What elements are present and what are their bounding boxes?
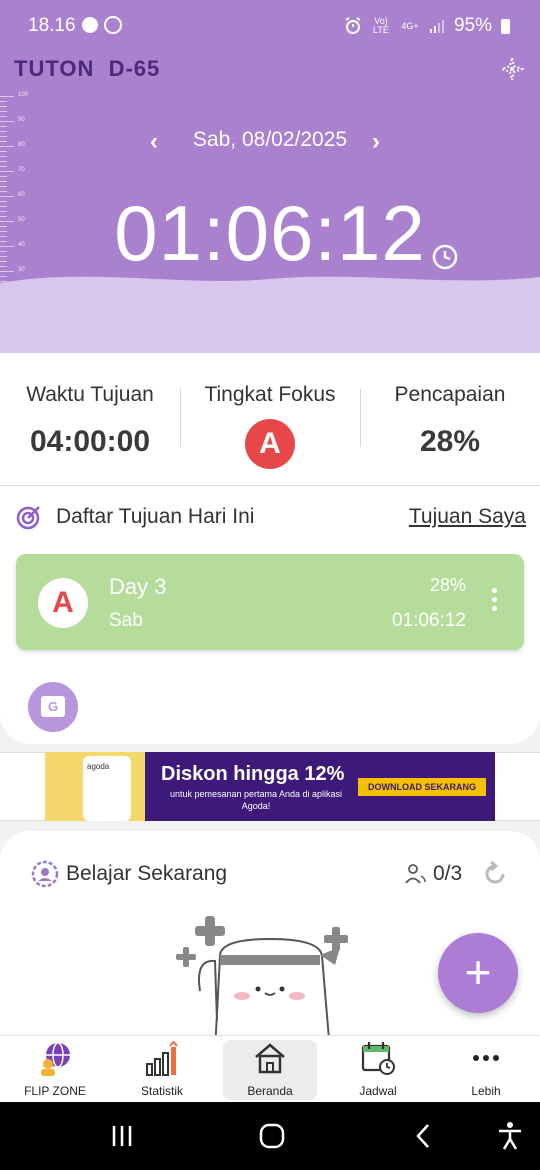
- stats-row: Waktu Tujuan 04:00:00 Tingkat Fokus A Pe…: [0, 353, 540, 486]
- status-time: 18.16: [28, 15, 76, 36]
- ad-phone-image: agoda: [45, 752, 145, 821]
- more-dots-icon: [473, 1055, 499, 1061]
- study-section: Belajar Sekarang 0/3: [0, 831, 540, 1041]
- study-group-icon: [31, 860, 59, 888]
- ruler-tick: [0, 166, 7, 167]
- target-time-value: 04:00:00: [29, 425, 151, 458]
- refresh-icon[interactable]: [481, 860, 509, 888]
- goals-header: Daftar Tujuan Hari Ini Tujuan Saya: [16, 502, 526, 532]
- ruler-tick: [0, 176, 7, 177]
- bottom-nav: FLIP ZONE Statistik Beranda Jadwal Lebih: [0, 1035, 540, 1102]
- more-vertical-icon[interactable]: [492, 588, 498, 615]
- goal-duration: 01:06:12: [392, 610, 466, 631]
- clock-history-icon[interactable]: [431, 243, 459, 271]
- globe-people-icon: [41, 1042, 70, 1076]
- signal-icon: [429, 20, 444, 33]
- goal-grade-badge: A: [38, 578, 88, 628]
- ruler-tick: [0, 111, 7, 112]
- ruler-tick: [0, 101, 7, 102]
- alarm-icon: [345, 17, 361, 34]
- dnd-icon: [82, 17, 98, 33]
- add-fab-button[interactable]: +: [438, 933, 518, 1013]
- nav-item-lebih[interactable]: Lebih: [439, 1036, 533, 1103]
- target-time-stat: Waktu Tujuan 04:00:00: [0, 383, 180, 459]
- status-bar: 18.16 Vo) LTE 4G+ 95%: [0, 0, 540, 52]
- focus-level-label: Tingkat Fokus: [204, 383, 336, 406]
- target-time-label: Waktu Tujuan: [26, 383, 154, 406]
- ruler-tick: [0, 171, 14, 172]
- ruler-label: 100: [18, 92, 29, 98]
- ad-banner[interactable]: agoda Diskon hingga 12% untuk pemesanan …: [45, 752, 495, 821]
- ruler-tick: [0, 116, 7, 117]
- nav-label: FLIP ZONE: [24, 1084, 86, 1098]
- ruler-tick: [0, 96, 14, 97]
- bar-chart-icon: [146, 1040, 178, 1076]
- prev-date-button[interactable]: ‹: [150, 128, 158, 156]
- recent-apps-icon[interactable]: [106, 1120, 138, 1152]
- calendar-clock-icon: [361, 1042, 395, 1075]
- goal-day: Sab: [109, 610, 143, 631]
- date-navigator: ‹ Sab, 08/02/2025 ›: [0, 128, 540, 155]
- ruler-tick: [0, 186, 7, 187]
- achievement-label: Pencapaian: [394, 383, 506, 406]
- battery-percent: 95%: [453, 15, 492, 36]
- nav-item-beranda[interactable]: Beranda: [223, 1036, 317, 1103]
- nav-item-statistik[interactable]: Statistik: [115, 1036, 209, 1103]
- ruler-tick: [0, 181, 7, 182]
- folder-icon: G: [41, 696, 65, 717]
- focus-grade-badge: A: [245, 419, 295, 469]
- sparkle-icon[interactable]: [498, 55, 526, 83]
- ruler-tick: [0, 126, 7, 127]
- current-date[interactable]: Sab, 08/02/2025: [193, 128, 347, 151]
- elapsed-timer: 01:06:12: [114, 189, 426, 277]
- ruler-tick: [0, 106, 7, 107]
- achievement-value: 28%: [419, 425, 481, 458]
- system-nav-bar: [0, 1102, 540, 1170]
- ad-brand: agoda: [87, 762, 110, 771]
- back-nav-icon[interactable]: [408, 1120, 440, 1152]
- study-count: 0/3: [433, 862, 463, 885]
- study-title: Belajar Sekarang: [66, 862, 228, 885]
- ruler-tick: [0, 161, 7, 162]
- ad-subtext: untuk pemesanan pertama Anda di aplikasi…: [169, 789, 343, 811]
- network-label: Vo) LTE: [373, 16, 389, 35]
- home-nav-icon[interactable]: [256, 1120, 288, 1152]
- header: 18.16 Vo) LTE 4G+ 95% TUTON D-65 100 90 80…: [0, 0, 540, 353]
- nav-label: Jadwal: [359, 1084, 397, 1098]
- whatsapp-icon: [104, 16, 122, 34]
- nav-label: Beranda: [247, 1084, 293, 1098]
- battery-icon: [501, 18, 510, 34]
- nav-label: Statistik: [140, 1084, 183, 1098]
- accessibility-icon[interactable]: [494, 1120, 526, 1152]
- goal-item[interactable]: A Day 3 Sab 28% 01:06:12: [16, 554, 524, 650]
- nav-item-jadwal[interactable]: Jadwal: [331, 1036, 425, 1103]
- goal-percent: 28%: [429, 575, 466, 595]
- ad-cta-button[interactable]: DOWNLOAD SEKARANG: [358, 778, 486, 796]
- home-icon: [255, 1043, 285, 1074]
- mascot-illustration: [176, 916, 348, 1041]
- nav-label: Lebih: [471, 1084, 501, 1098]
- app-title: TUTON D-65: [14, 56, 161, 81]
- ruler-tick: [0, 121, 14, 122]
- ruler-tick: [0, 156, 7, 157]
- focus-level-stat: Tingkat Fokus A: [180, 383, 360, 469]
- ruler-label: 70: [18, 167, 25, 173]
- group-folder-button[interactable]: G: [28, 682, 78, 732]
- achievement-stat: Pencapaian 28%: [360, 383, 540, 459]
- person-wifi-icon: [405, 864, 426, 884]
- next-date-button[interactable]: ›: [372, 128, 380, 156]
- target-icon: [16, 506, 40, 530]
- goals-section: Daftar Tujuan Hari Ini Tujuan Saya A Day…: [0, 486, 540, 744]
- ruler-label: 90: [18, 117, 25, 123]
- my-goals-link[interactable]: Tujuan Saya: [409, 505, 526, 529]
- nav-item-flip-zone[interactable]: FLIP ZONE: [8, 1036, 102, 1103]
- goals-title: Daftar Tujuan Hari Ini: [56, 505, 255, 528]
- network-type: 4G+: [401, 20, 419, 31]
- goal-name: Day 3: [109, 574, 167, 599]
- ad-headline: Diskon hingga 12%: [161, 763, 345, 785]
